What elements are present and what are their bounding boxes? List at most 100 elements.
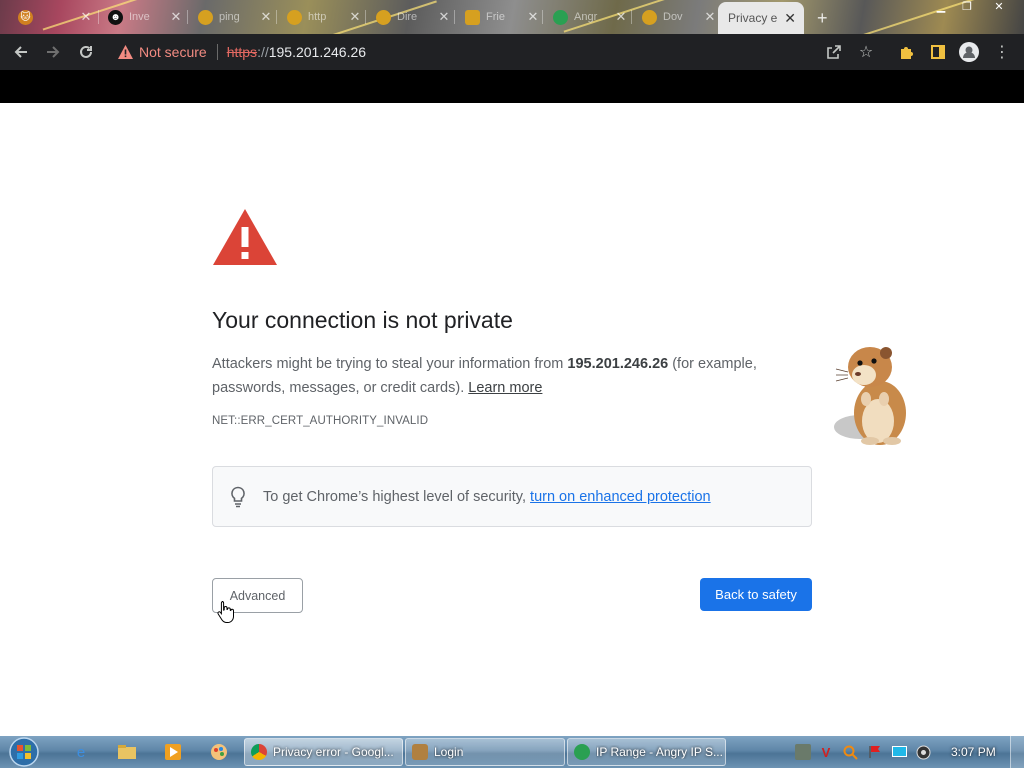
share-icon[interactable]: [824, 42, 844, 62]
bookmark-star-icon[interactable]: ☆: [856, 42, 876, 62]
new-tab-button[interactable]: +: [817, 8, 828, 29]
tab-label: http: [308, 11, 327, 23]
task-label: IP Range - Angry IP S...: [596, 745, 723, 759]
top-black-bar: [0, 70, 1024, 103]
tab-separator: [454, 10, 455, 24]
tab-separator: [276, 10, 277, 24]
folder-icon: [287, 9, 302, 25]
tab-close-icon[interactable]: ✕: [784, 10, 796, 27]
tab-label: Angr: [574, 11, 598, 23]
url-scheme: https: [226, 44, 258, 60]
tab-close-icon[interactable]: ✕: [79, 9, 93, 25]
omnibox-divider: [216, 44, 218, 60]
file-explorer-icon[interactable]: [116, 741, 138, 763]
menu-kebab-icon[interactable]: ⋮: [992, 42, 1012, 62]
browser-toolbar: Not secure https :// 195.201.246.26 ☆ ⋮: [0, 34, 1024, 70]
media-player-icon[interactable]: [162, 741, 184, 763]
folder-icon: [642, 9, 657, 25]
windows-taskbar: e Privacy error - Googl... Login IP Rang…: [0, 736, 1024, 768]
taskbar-item-login[interactable]: Login: [405, 738, 565, 766]
enhanced-protection-link[interactable]: turn on enhanced protection: [530, 489, 711, 505]
enhanced-protection-text: To get Chrome’s highest level of securit…: [263, 489, 711, 505]
tab-3[interactable]: ping ✕: [190, 6, 273, 28]
tab-6[interactable]: Frie ✕: [457, 6, 540, 28]
tab-label: Inve: [129, 11, 150, 23]
minimize-icon[interactable]: ▁: [928, 0, 954, 16]
tab-label: Dire: [397, 11, 418, 23]
tab-close-icon[interactable]: ✕: [526, 9, 540, 25]
tab-label: Frie: [486, 11, 505, 23]
tab-5[interactable]: Dire ✕: [368, 6, 451, 28]
large-warning-icon: [213, 209, 277, 265]
taskbar-clock[interactable]: 3:07 PM: [951, 745, 996, 759]
tab-separator: [187, 10, 188, 24]
cat-icon: 🐱: [18, 9, 33, 25]
tab-close-icon[interactable]: ✕: [259, 9, 273, 25]
description-host: 195.201.246.26: [567, 356, 669, 372]
hamster-mascot-image: [834, 347, 906, 445]
tab-close-icon[interactable]: ✕: [169, 9, 183, 25]
tab-close-icon[interactable]: ✕: [348, 9, 362, 25]
taskbar-item-angry-ip[interactable]: IP Range - Angry IP S...: [567, 738, 726, 766]
chrome-icon: [251, 744, 267, 760]
site-icon: [465, 9, 480, 25]
tray-flag-icon[interactable]: [867, 744, 883, 760]
folder-icon: [376, 9, 391, 25]
extensions-puzzle-icon[interactable]: [896, 42, 916, 62]
tab-2[interactable]: ☻ Inve ✕: [100, 6, 183, 28]
address-bar[interactable]: Not secure https :// 195.201.246.26: [109, 38, 883, 66]
warning-triangle-icon[interactable]: [117, 44, 133, 60]
description-text: Attackers might be trying to steal your …: [212, 356, 568, 372]
page-description: Attackers might be trying to steal your …: [212, 352, 812, 400]
tab-close-icon[interactable]: ✕: [614, 9, 628, 25]
interstitial-page: Your connection is not private Attackers…: [0, 103, 1024, 736]
url-separator: ://: [257, 44, 269, 60]
enhanced-prefix: To get Chrome’s highest level of securit…: [263, 488, 531, 505]
window-close-icon[interactable]: ✕: [986, 0, 1012, 16]
paint-app-icon[interactable]: [208, 741, 230, 763]
lightbulb-icon: [231, 486, 245, 507]
learn-more-link[interactable]: Learn more: [468, 380, 542, 396]
tab-strip: 🐱 ✕ ☻ Inve ✕ ping ✕ http ✕ Dire ✕ Frie ✕…: [0, 0, 1024, 34]
show-desktop-button[interactable]: [1010, 736, 1024, 768]
tab-1[interactable]: 🐱 ✕: [10, 6, 93, 28]
not-secure-label[interactable]: Not secure: [139, 44, 207, 60]
back-arrow-icon[interactable]: [6, 34, 36, 70]
tray-network-icon[interactable]: [795, 744, 811, 760]
tray-monitor-icon[interactable]: [891, 744, 907, 760]
side-panel-icon[interactable]: [928, 42, 948, 62]
tux-icon: ☻: [108, 9, 123, 25]
tab-separator: [542, 10, 543, 24]
tab-label: ping: [219, 11, 240, 23]
enhanced-protection-box: To get Chrome’s highest level of securit…: [212, 466, 812, 527]
profile-avatar-icon[interactable]: [959, 42, 979, 62]
angry-ip-icon: [574, 744, 590, 760]
tab-label: Privacy e: [728, 11, 778, 25]
tab-separator: [365, 10, 366, 24]
reload-icon[interactable]: [71, 34, 101, 70]
task-label: Login: [434, 745, 464, 759]
back-to-safety-button[interactable]: Back to safety: [700, 578, 812, 611]
error-code: NET::ERR_CERT_AUTHORITY_INVALID: [212, 415, 429, 427]
tray-volume-icon[interactable]: [915, 744, 931, 760]
tab-7[interactable]: Angr ✕: [545, 6, 628, 28]
internet-explorer-icon[interactable]: e: [70, 741, 92, 763]
folder-icon: [198, 9, 213, 25]
forward-arrow-icon[interactable]: [38, 34, 68, 70]
tray-v-icon[interactable]: V: [818, 744, 834, 760]
tab-active-privacy-error[interactable]: Privacy e ✕: [718, 2, 804, 34]
task-label: Privacy error - Googl...: [273, 745, 394, 759]
tray-search-icon[interactable]: [842, 744, 858, 760]
maximize-icon[interactable]: ❐: [954, 0, 980, 16]
url-host: 195.201.246.26: [268, 44, 367, 60]
start-orb-icon[interactable]: [6, 736, 42, 768]
tab-separator: [98, 10, 99, 24]
taskbar-item-chrome[interactable]: Privacy error - Googl...: [244, 738, 403, 766]
tab-8[interactable]: Dov ✕: [634, 6, 717, 28]
page-title: Your connection is not private: [212, 307, 513, 333]
tab-close-icon[interactable]: ✕: [437, 9, 451, 25]
hand-cursor-icon: [217, 601, 234, 623]
tab-4[interactable]: http ✕: [279, 6, 362, 28]
tab-close-icon[interactable]: ✕: [703, 9, 717, 25]
tab-label: Dov: [663, 11, 683, 23]
